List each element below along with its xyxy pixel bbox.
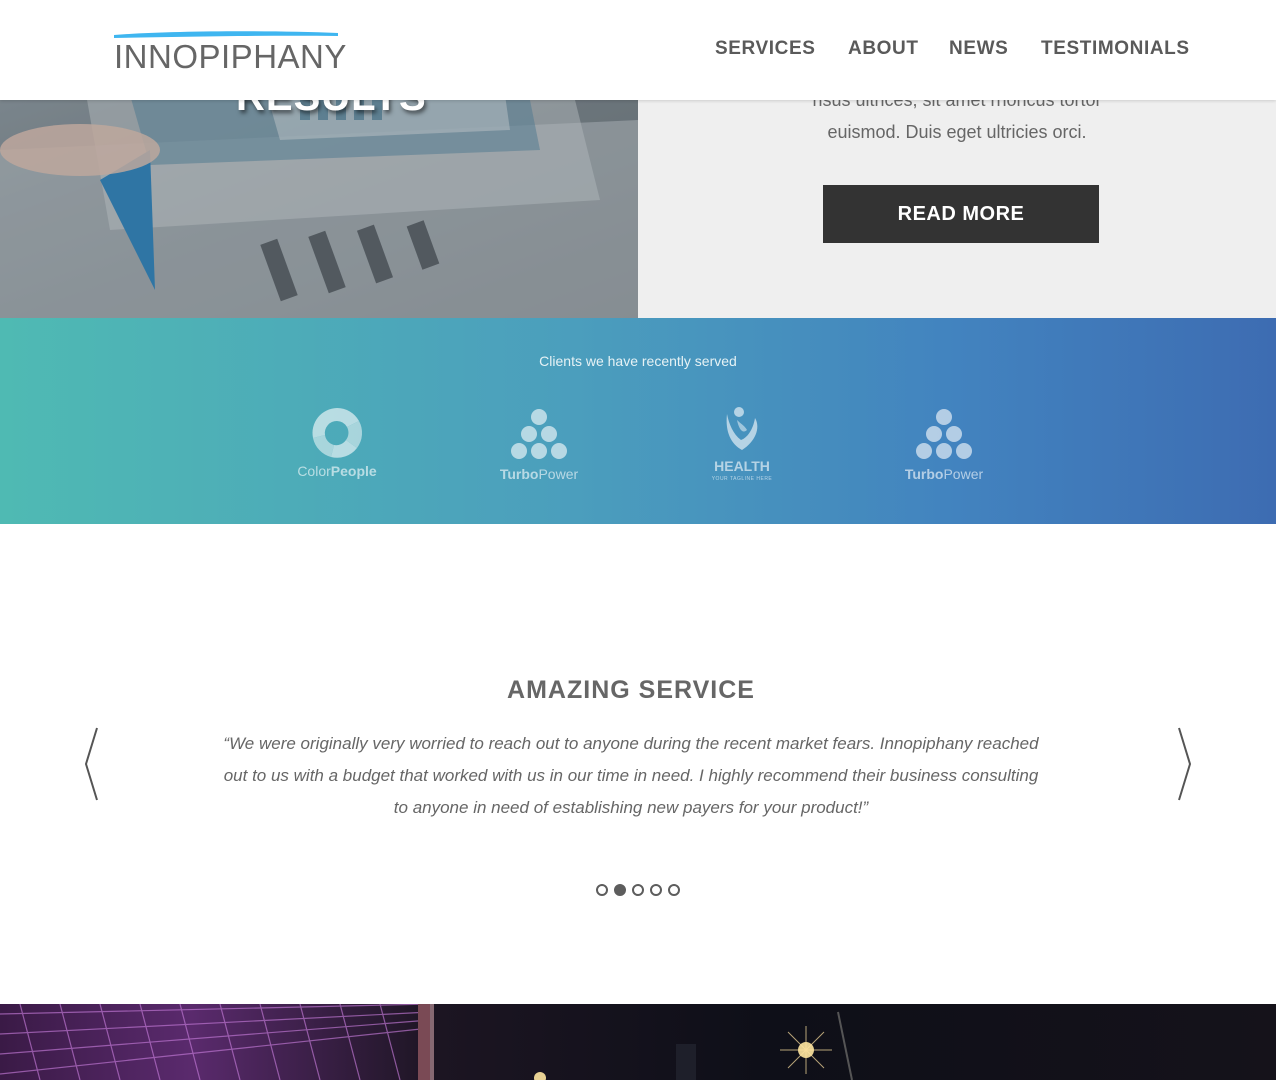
client-name: TurboPower <box>499 466 579 482</box>
testimonial-section: AMAZING SERVICE “We were originally very… <box>0 524 1276 1004</box>
quote-line: out to us with a budget that worked with… <box>223 766 1039 785</box>
next-slide-button[interactable] <box>1176 726 1192 802</box>
slide-dot[interactable] <box>596 884 608 896</box>
colorpeople-logo-icon <box>312 407 363 458</box>
nav-news[interactable]: NEWS <box>949 38 1008 60</box>
logo-text: INNOPIPHANY <box>114 38 347 75</box>
site-header: INNOPIPHANY SERVICES ABOUT NEWS TESTIMON… <box>0 0 1276 100</box>
quote-line: to anyone in need of establishing new pa… <box>393 798 869 817</box>
turbopower-logo-icon <box>511 409 567 459</box>
testimonial-title: AMAZING SERVICE <box>507 676 755 704</box>
client-logo-health: HEALTH YOUR TAGLINE HERE <box>687 406 797 486</box>
nav-services[interactable]: SERVICES <box>715 38 816 60</box>
client-tagline: YOUR TAGLINE HERE <box>711 476 773 482</box>
testimonial-quote: “We were originally very worried to reac… <box>220 728 1042 824</box>
prev-slide-button[interactable] <box>84 726 100 802</box>
nav-about[interactable]: ABOUT <box>848 38 919 60</box>
quote-line: “We were originally very worried to reac… <box>223 734 1039 753</box>
chevron-right-icon <box>1178 727 1192 801</box>
client-logo-turbopower: TurboPower <box>889 406 999 486</box>
slide-dot[interactable] <box>668 884 680 896</box>
chevron-left-icon <box>84 727 98 801</box>
read-more-button[interactable]: READ MORE <box>823 185 1099 243</box>
nav-testimonials[interactable]: TESTIMONIALS <box>1041 38 1190 60</box>
health-logo-icon <box>726 407 758 450</box>
client-name: TurboPower <box>904 466 984 482</box>
bottom-city-photo <box>0 1004 1276 1080</box>
client-logo-turbopower: TurboPower <box>484 406 594 486</box>
hero-text-line: euismod. Duis eget ultricies orci. <box>827 122 1087 142</box>
slide-dot-active[interactable] <box>614 884 626 896</box>
client-name: HEALTH <box>714 458 770 474</box>
slide-dot[interactable] <box>632 884 644 896</box>
site-logo[interactable]: INNOPIPHANY <box>114 30 346 75</box>
clients-title: Clients we have recently served <box>539 353 737 369</box>
clients-band: Clients we have recently served ColorPeo… <box>0 318 1276 524</box>
turbopower-logo-icon <box>916 409 972 459</box>
slide-dot[interactable] <box>650 884 662 896</box>
city-night-illustration <box>0 1004 853 1080</box>
client-logo-colorpeople: ColorPeople <box>282 406 392 486</box>
client-name: ColorPeople <box>297 463 377 479</box>
